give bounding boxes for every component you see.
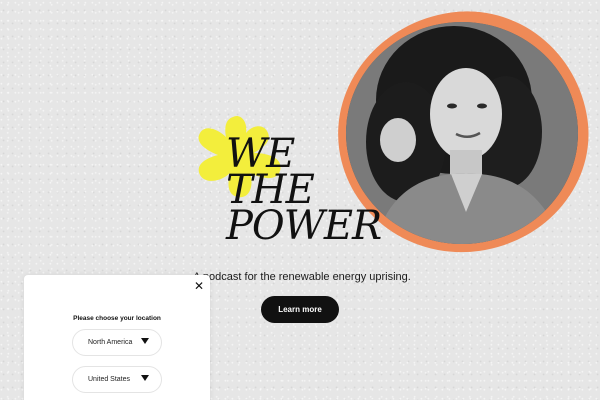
learn-more-button[interactable]: Learn more bbox=[261, 296, 339, 323]
hero-title: WE THE POWER bbox=[226, 134, 382, 249]
hero-title-line-3: POWER bbox=[226, 203, 382, 249]
location-heading: Please choose your location bbox=[73, 315, 161, 322]
country-select[interactable]: United States bbox=[72, 366, 162, 393]
location-popup: ✕ Please choose your location North Amer… bbox=[24, 275, 210, 400]
chevron-down-icon bbox=[141, 338, 149, 347]
region-select[interactable]: North America bbox=[72, 329, 162, 356]
close-icon[interactable]: ✕ bbox=[194, 280, 204, 292]
region-select-value: North America bbox=[88, 339, 133, 346]
chevron-down-icon bbox=[141, 375, 149, 384]
country-select-value: United States bbox=[88, 376, 131, 383]
